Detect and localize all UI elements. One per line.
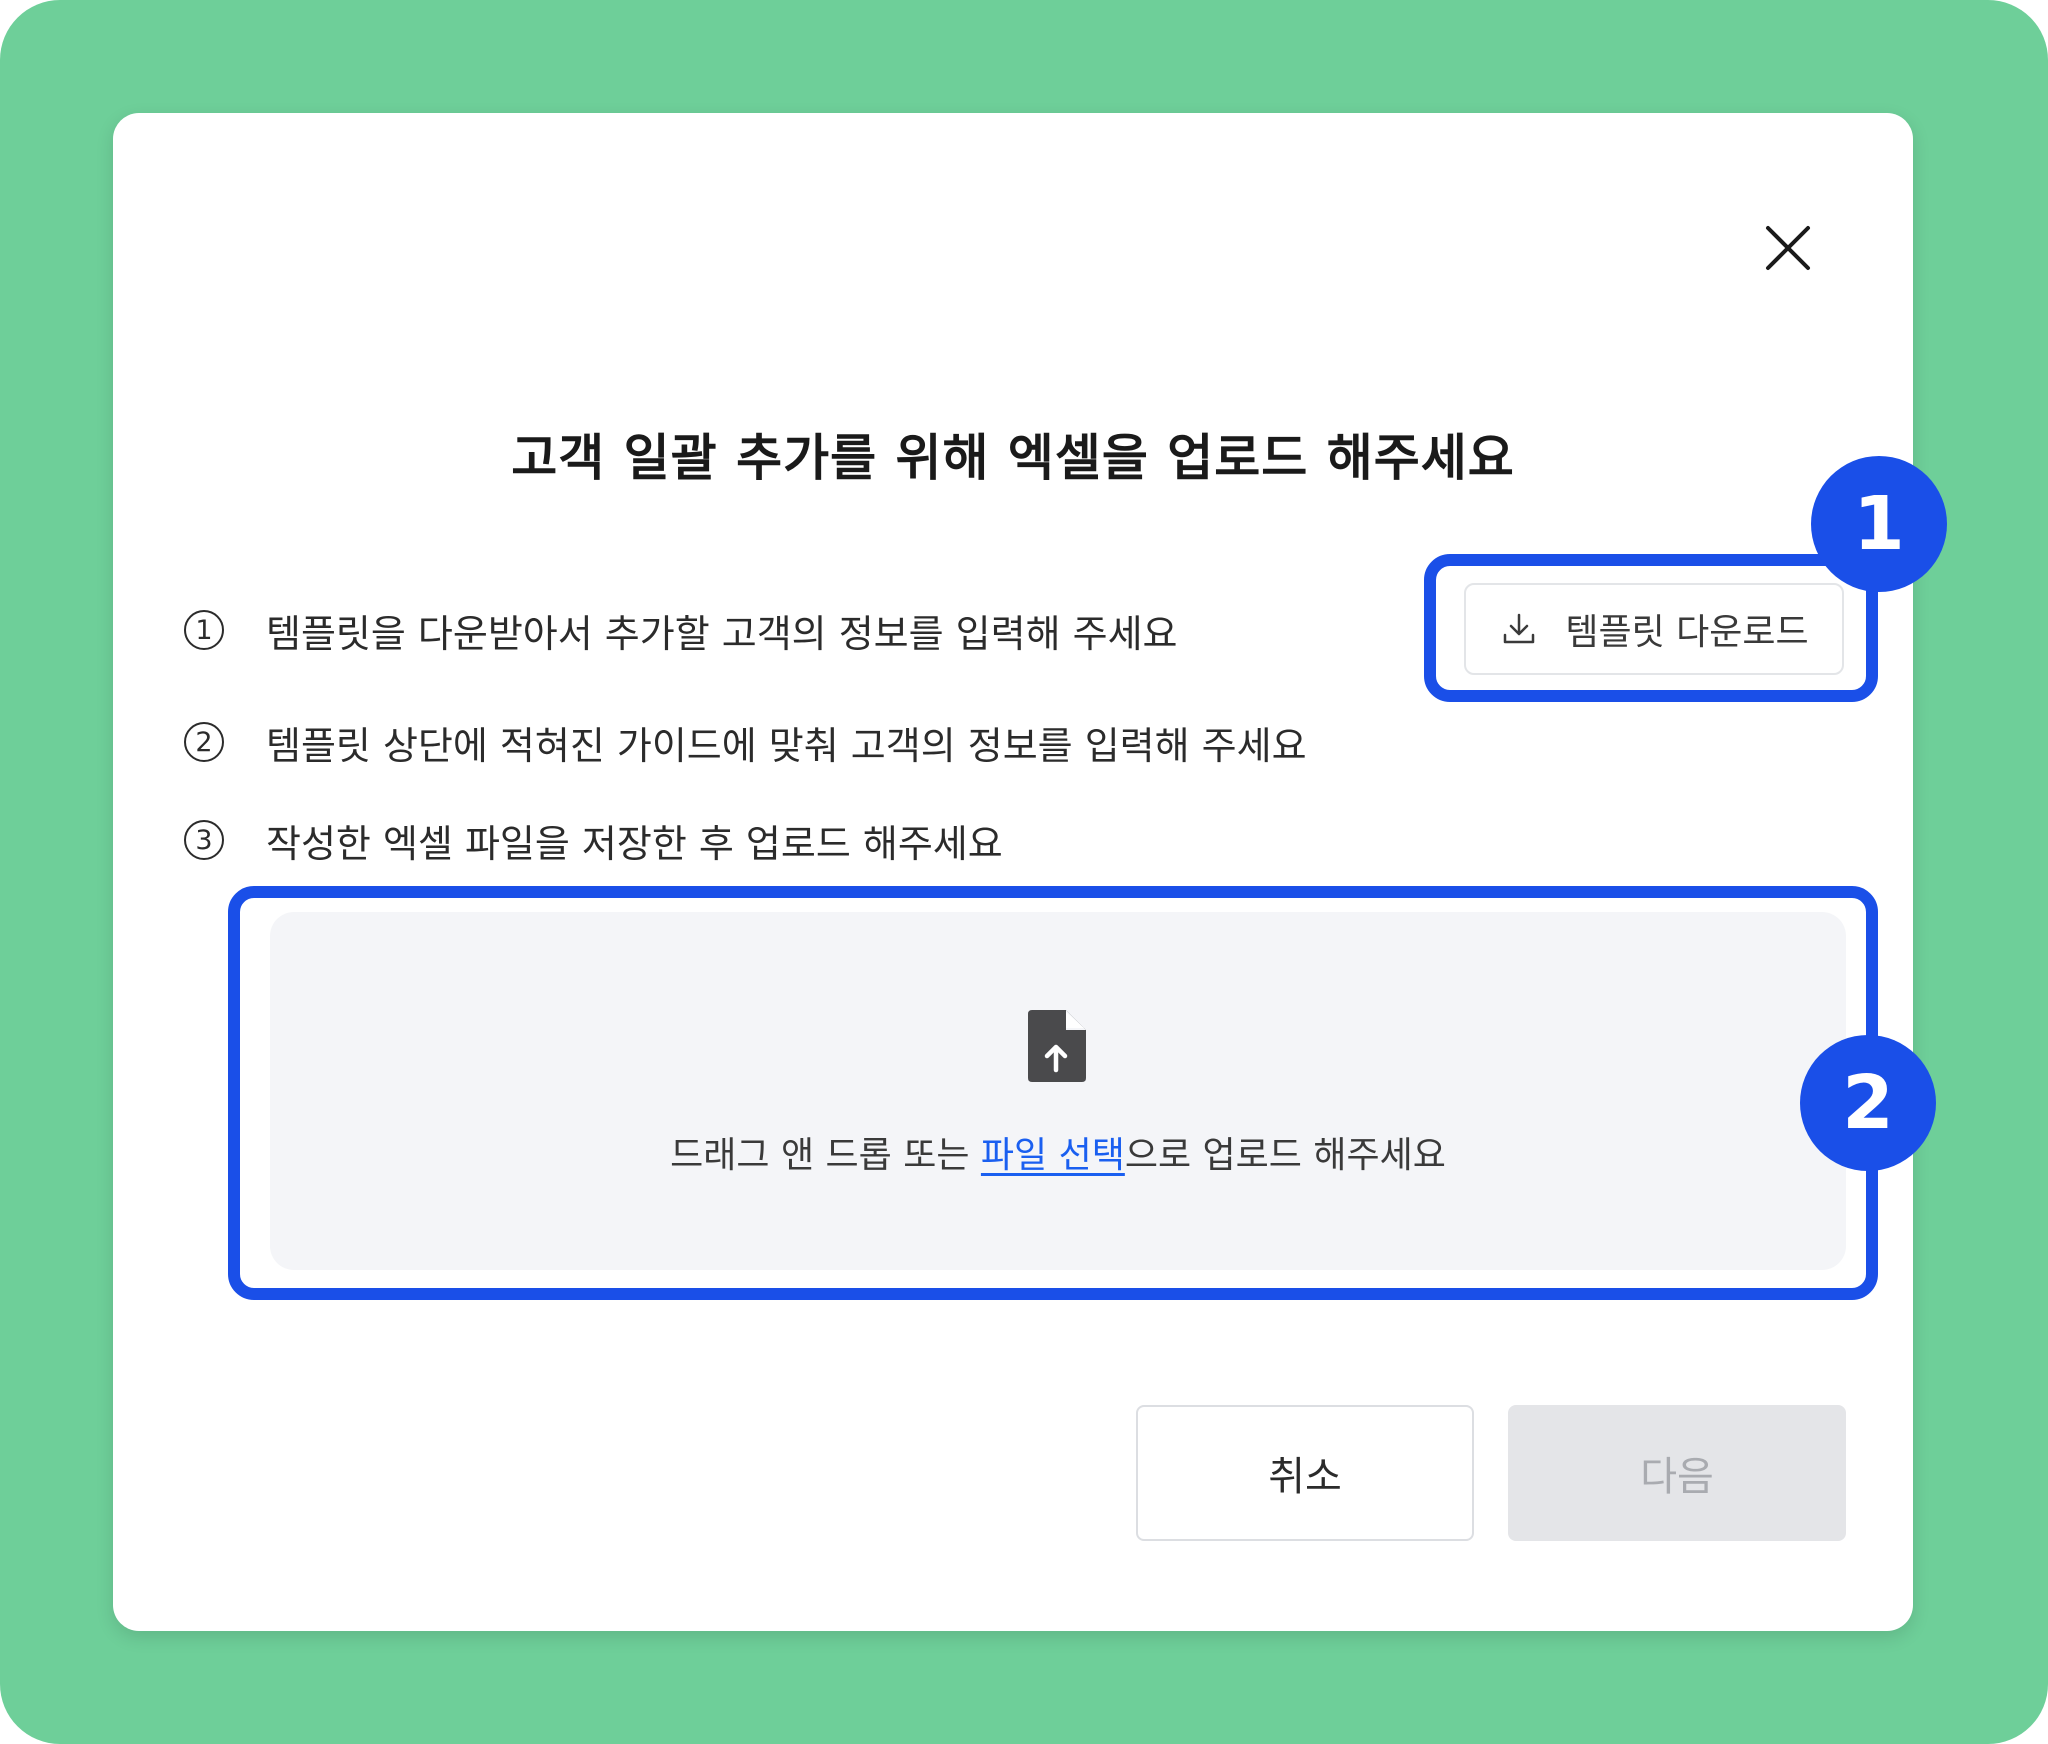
download-icon bbox=[1499, 609, 1539, 649]
page-background: 고객 일괄 추가를 위해 엑셀을 업로드 해주세요 1 템플릿을 다운받아서 추… bbox=[0, 0, 2048, 1744]
step-3: 3 작성한 엑셀 파일을 저장한 후 업로드 해주세요 bbox=[184, 815, 1003, 866]
step-text-2: 템플릿 상단에 적혀진 가이드에 맞춰 고객의 정보를 입력해 주세요 bbox=[266, 723, 1307, 768]
template-download-label: 템플릿 다운로드 bbox=[1565, 612, 1809, 653]
file-upload-icon bbox=[1024, 1008, 1088, 1084]
step-2: 2 템플릿 상단에 적혀진 가이드에 맞춰 고객의 정보를 입력해 주세요 bbox=[184, 717, 1307, 768]
step-number-3: 3 bbox=[184, 820, 224, 860]
next-button[interactable]: 다음 bbox=[1508, 1405, 1846, 1541]
dropzone-text-before: 드래그 앤 드롭 또는 bbox=[670, 1135, 981, 1176]
step-text-1: 템플릿을 다운받아서 추가할 고객의 정보를 입력해 주세요 bbox=[266, 611, 1178, 656]
close-icon[interactable] bbox=[1760, 220, 1816, 276]
file-select-link[interactable]: 파일 선택 bbox=[981, 1135, 1125, 1176]
annotation-marker-2: 2 bbox=[1800, 1035, 1936, 1171]
step-number-2: 2 bbox=[184, 722, 224, 762]
cancel-button[interactable]: 취소 bbox=[1136, 1405, 1474, 1541]
step-1: 1 템플릿을 다운받아서 추가할 고객의 정보를 입력해 주세요 bbox=[184, 605, 1178, 656]
step-text-3: 작성한 엑셀 파일을 저장한 후 업로드 해주세요 bbox=[266, 821, 1003, 866]
upload-dialog bbox=[113, 113, 1913, 1631]
file-dropzone[interactable] bbox=[270, 912, 1846, 1270]
step-number-1: 1 bbox=[184, 610, 224, 650]
dialog-title: 고객 일괄 추가를 위해 엑셀을 업로드 해주세요 bbox=[511, 429, 1515, 487]
template-download-button[interactable]: 템플릿 다운로드 bbox=[1464, 583, 1844, 675]
dropzone-instruction: 드래그 앤 드롭 또는 파일 선택으로 업로드 해주세요 bbox=[270, 1126, 1846, 1178]
dropzone-text-after: 으로 업로드 해주세요 bbox=[1124, 1135, 1446, 1176]
annotation-marker-1: 1 bbox=[1811, 456, 1947, 592]
